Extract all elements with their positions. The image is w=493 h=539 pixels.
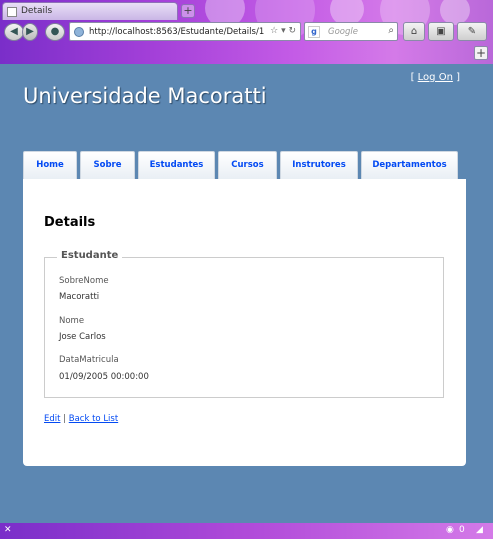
log-on-link[interactable]: Log On	[418, 72, 453, 83]
bookmark-star-icon[interactable]: ☆ ▾ ↻	[270, 26, 296, 36]
menu-item-estudantes[interactable]: Estudantes	[138, 151, 215, 180]
page-info-icon[interactable]: ●	[45, 23, 65, 41]
display-field-nome: Jose Carlos	[59, 332, 106, 342]
fieldset-legend: Estudante	[57, 250, 123, 261]
browser-tab-title: Details	[21, 6, 53, 16]
browser-chrome: Details + ◀ ▶ ● http://localhost:8563/Es…	[0, 0, 493, 64]
display-field-datamatricula: 01/09/2005 00:00:00	[59, 372, 149, 382]
edit-link[interactable]: Edit	[44, 414, 60, 424]
resize-grip-icon[interactable]: ◢	[476, 525, 483, 535]
web-page: [ Log On ] Universidade Macoratti Home S…	[0, 64, 493, 523]
page-heading: Details	[44, 215, 96, 230]
main-content: Details Estudante SobreNome Macoratti No…	[23, 179, 466, 466]
search-icon[interactable]: ⌕	[388, 25, 394, 36]
display-label-nome: Nome	[59, 316, 85, 326]
action-links: Edit | Back to List	[44, 414, 118, 424]
status-count: 0	[459, 525, 465, 535]
addons-icon[interactable]: ▣	[428, 22, 454, 41]
close-icon[interactable]: ✕	[4, 525, 12, 535]
tools-icon[interactable]: ✎	[457, 22, 487, 41]
display-field-sobrenome: Macoratti	[59, 292, 100, 302]
status-bar: ✕ ◉ 0 ◢	[0, 523, 493, 539]
menu-item-home[interactable]: Home	[23, 151, 77, 180]
addon-status-icon[interactable]: ◉	[446, 525, 454, 535]
menu-item-sobre[interactable]: Sobre	[80, 151, 135, 180]
menu-item-cursos[interactable]: Cursos	[218, 151, 277, 180]
student-fieldset: Estudante SobreNome Macoratti Nome Jose …	[44, 250, 444, 398]
browser-tab[interactable]: Details	[2, 2, 178, 20]
login-display: [ Log On ]	[411, 72, 460, 83]
forward-arrow-icon[interactable]: ▶	[22, 23, 38, 41]
site-title: Universidade Macoratti	[23, 84, 267, 108]
back-arrow-icon[interactable]: ◀	[4, 23, 24, 41]
back-to-list-link[interactable]: Back to List	[69, 414, 118, 424]
page-favicon-icon	[7, 7, 17, 17]
navigation-toolbar: ◀ ▶ ● http://localhost:8563/Estudante/De…	[0, 20, 493, 44]
login-open-bracket: [	[410, 72, 415, 83]
menu-item-departamentos[interactable]: Departamentos	[361, 151, 458, 180]
login-close-bracket: ]	[456, 72, 460, 83]
add-panel-button[interactable]: +	[474, 46, 488, 60]
menu-item-instrutores[interactable]: Instrutores	[280, 151, 358, 180]
display-label-sobrenome: SobreNome	[59, 276, 109, 286]
google-search-engine-icon[interactable]: g	[308, 26, 320, 38]
action-separator: |	[63, 414, 67, 424]
display-label-datamatricula: DataMatricula	[59, 355, 119, 365]
search-placeholder: Google	[328, 27, 358, 37]
home-icon[interactable]: ⌂	[403, 22, 425, 41]
site-identity-icon	[74, 27, 84, 37]
address-bar[interactable]: http://localhost:8563/Estudante/Details/…	[69, 22, 301, 41]
new-tab-button[interactable]: +	[181, 4, 195, 18]
search-bar[interactable]: g Google ⌕	[304, 22, 398, 41]
address-bar-url: http://localhost:8563/Estudante/Details/…	[89, 27, 265, 37]
